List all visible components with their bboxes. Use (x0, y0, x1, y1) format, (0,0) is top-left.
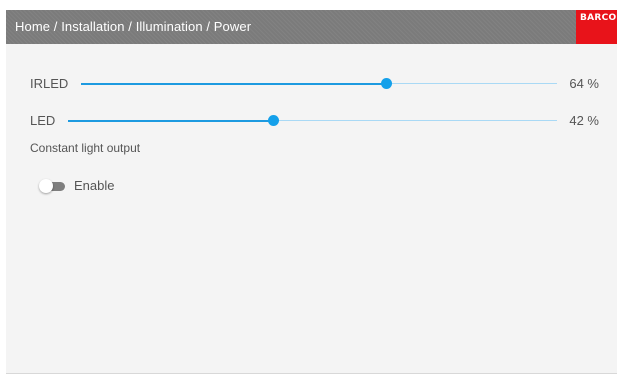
header-bar: Home / Installation / Illumination / Pow… (6, 10, 617, 44)
constant-light-output-label: Constant light output (30, 141, 141, 155)
led-slider-thumb[interactable] (268, 115, 279, 126)
enable-label: Enable (74, 178, 115, 193)
irled-label: IRLED (30, 76, 69, 91)
irled-slider-fill (81, 82, 386, 85)
irled-slider-row: IRLED 64 % (6, 74, 617, 94)
logo-text: BARCO (580, 13, 617, 23)
irled-slider-thumb[interactable] (381, 78, 392, 89)
led-slider[interactable] (68, 115, 557, 126)
breadcrumb: Home / Installation / Illumination / Pow… (15, 19, 252, 34)
led-label: LED (30, 113, 56, 128)
irled-slider[interactable] (81, 78, 557, 89)
irled-value: 64 % (569, 76, 599, 91)
led-slider-fill (68, 119, 273, 122)
toggle-knob (39, 179, 53, 193)
barco-logo: BARCO (576, 10, 617, 44)
led-value: 42 % (569, 113, 599, 128)
enable-toggle[interactable] (39, 179, 65, 193)
led-slider-row: LED 42 % (6, 111, 617, 131)
power-settings-window: Home / Installation / Illumination / Pow… (6, 10, 617, 374)
